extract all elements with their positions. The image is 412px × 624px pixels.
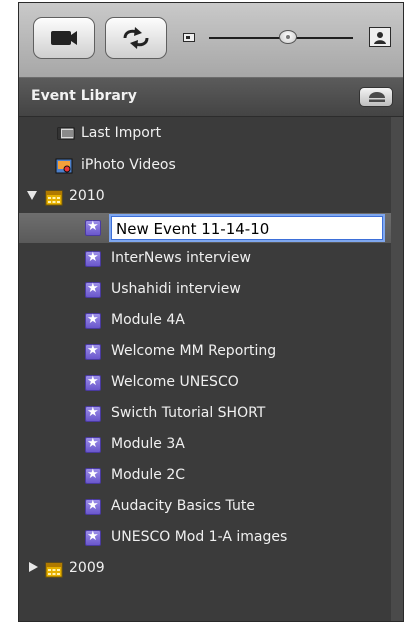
event-label: Swicth Tutorial SHORT xyxy=(111,405,266,421)
star-icon xyxy=(85,374,101,391)
star-icon xyxy=(85,529,101,546)
swap-view-button[interactable] xyxy=(105,17,167,59)
disclosure-triangle-open-icon[interactable] xyxy=(27,191,37,200)
event-list: Last Import iPhoto Videos 2010 InterNews… xyxy=(19,117,391,621)
library-title: Event Library xyxy=(31,88,137,104)
event-label: InterNews interview xyxy=(111,250,251,266)
star-icon xyxy=(85,250,101,267)
large-thumbnail-icon xyxy=(369,27,391,47)
star-icon xyxy=(85,467,101,484)
event-row[interactable]: Welcome MM Reporting xyxy=(19,337,391,367)
calendar-icon xyxy=(45,562,63,578)
event-row[interactable]: Audacity Basics Tute xyxy=(19,492,391,522)
event-label: Ushahidi interview xyxy=(111,281,241,297)
iphoto-icon xyxy=(55,158,73,174)
event-name-input[interactable] xyxy=(111,216,383,240)
year-label: 2010 xyxy=(69,188,105,204)
event-label: Module 2C xyxy=(111,467,186,483)
scrollbar-track[interactable] xyxy=(391,117,403,621)
thumbnail-size-slider[interactable] xyxy=(177,23,393,53)
year-label: 2009 xyxy=(69,560,105,576)
year-row-2009[interactable]: 2009 xyxy=(19,554,391,584)
star-icon xyxy=(85,312,101,329)
event-row[interactable]: Module 4A xyxy=(19,306,391,336)
small-thumbnail-icon xyxy=(183,33,195,42)
star-icon xyxy=(85,281,101,298)
event-row[interactable]: InterNews interview xyxy=(19,244,391,274)
toolbar xyxy=(19,3,403,78)
camera-icon xyxy=(51,31,77,45)
sidebar-item-label: iPhoto Videos xyxy=(81,157,176,173)
event-label: Welcome MM Reporting xyxy=(111,343,277,359)
event-row[interactable]: Welcome UNESCO xyxy=(19,368,391,398)
star-icon xyxy=(85,436,101,453)
event-label: Module 4A xyxy=(111,312,185,328)
star-icon xyxy=(85,405,101,422)
sidebar-item-label: Last Import xyxy=(81,125,162,141)
star-icon xyxy=(85,219,101,236)
swap-arrows-icon xyxy=(123,27,149,49)
camera-import-button[interactable] xyxy=(33,17,95,59)
eject-button[interactable] xyxy=(359,87,393,107)
year-row-2010[interactable]: 2010 xyxy=(19,182,391,212)
event-row[interactable]: UNESCO Mod 1-A images xyxy=(19,523,391,553)
eject-icon xyxy=(369,92,385,102)
event-label: UNESCO Mod 1-A images xyxy=(111,529,288,545)
star-icon xyxy=(85,343,101,360)
event-row[interactable]: Swicth Tutorial SHORT xyxy=(19,399,391,429)
event-row-editing[interactable] xyxy=(19,213,391,243)
film-strip-icon xyxy=(57,127,75,140)
event-library-panel: Event Library Last Import iPhoto Videos … xyxy=(18,2,404,622)
sidebar-item-iphoto-videos[interactable]: iPhoto Videos xyxy=(19,151,391,181)
disclosure-triangle-closed-icon[interactable] xyxy=(29,562,38,572)
library-header: Event Library xyxy=(19,78,403,117)
star-icon xyxy=(85,498,101,515)
calendar-icon xyxy=(45,190,63,206)
event-label: Module 3A xyxy=(111,436,185,452)
event-label: Audacity Basics Tute xyxy=(111,498,255,514)
sidebar-item-last-import[interactable]: Last Import xyxy=(19,119,391,149)
event-row[interactable]: Module 3A xyxy=(19,430,391,460)
slider-knob[interactable] xyxy=(279,30,298,44)
event-label: Welcome UNESCO xyxy=(111,374,239,390)
event-row[interactable]: Ushahidi interview xyxy=(19,275,391,305)
event-row[interactable]: Module 2C xyxy=(19,461,391,491)
